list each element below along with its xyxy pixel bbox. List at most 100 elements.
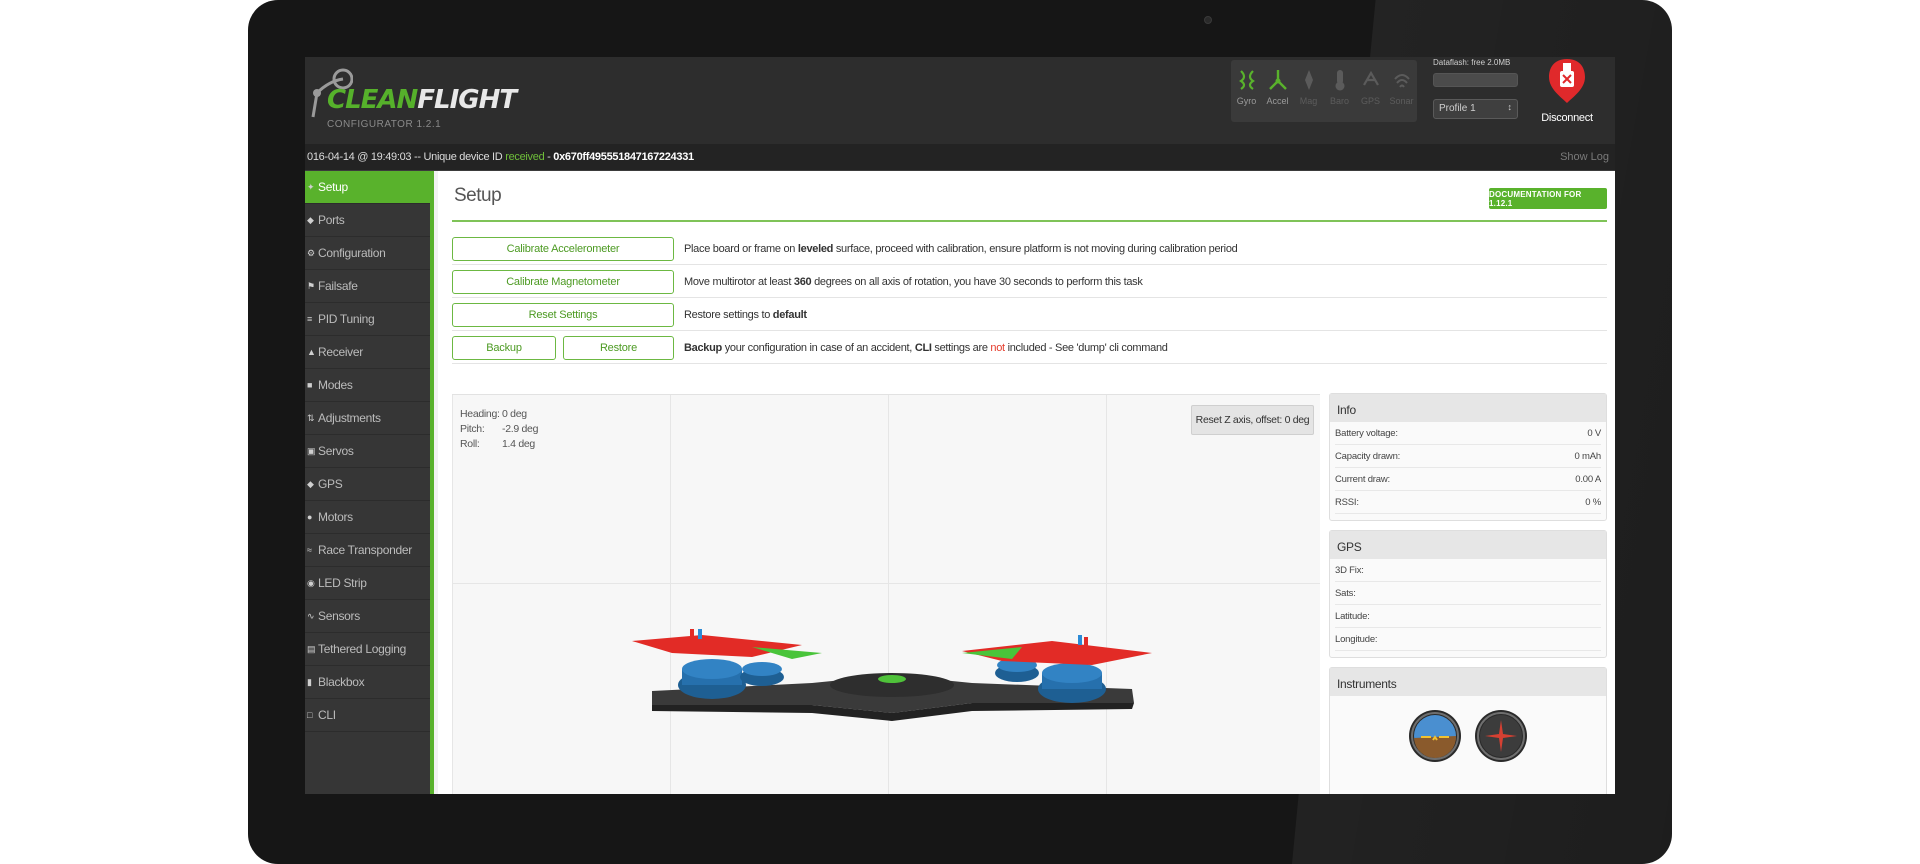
gps-panel: GPS 3D Fix: Sats: Latitude: Longitude: [1329,530,1607,658]
backup-button[interactable]: Backup [452,336,556,360]
sidebar-item-blackbox[interactable]: ▮ Blackbox [305,666,430,699]
log-bar: 016-04-14 @ 19:49:03 -- Unique device ID… [305,144,1615,171]
disconnect-button[interactable]: Disconnect [1537,57,1597,132]
instruments-panel: Instruments [1329,667,1607,794]
blackbox-icon: ▮ [307,676,312,687]
restore-button[interactable]: Restore [563,336,674,360]
wrench-icon: ✦ [307,181,315,192]
pitch-value: -2.9 deg [502,423,539,435]
sidebar-nav: ✦ Setup ◆ Ports ⚙ Configuration ⚑ Failsafe ≡… [305,171,434,794]
app-version: CONFIGURATOR 1.2.1 [327,119,442,130]
sensors-icon: ∿ [307,610,315,621]
sidebar-item-pid-tuning[interactable]: ≡ PID Tuning [305,303,430,336]
updown-arrow-icon: ↕ [1507,102,1513,112]
transponder-icon: ≈ [307,545,312,555]
baro-icon [1335,70,1344,91]
logging-icon: ▤ [307,643,316,654]
usb-disconnect-icon [1549,59,1585,103]
documentation-button[interactable]: DOCUMENTATION FOR 1.12.1 [1489,188,1607,209]
sliders-icon: ≡ [307,314,312,324]
gear-icon: ⚙ [307,247,315,258]
sensor-gyro: Gyro [1231,60,1262,122]
log-message: 016-04-14 @ 19:49:03 -- Unique device ID… [307,151,694,163]
instruments-panel-title: Instruments [1330,668,1606,696]
calibrate-mag-row: Calibrate Magnetometer Move multirotor a… [452,265,1607,298]
instruments-row [1330,696,1606,788]
title-divider [452,220,1607,222]
gps-icon: ◆ [307,478,314,489]
profile-select[interactable]: Profile 1 ↕ [1433,99,1518,119]
calibrate-accelerometer-button[interactable]: Calibrate Accelerometer [452,237,674,261]
sidebar-item-adjustments[interactable]: ⇅ Adjustments [305,402,430,435]
dataflash-usage-bar [1433,73,1518,87]
camera-icon [1204,16,1212,24]
app-screen: CLEANFLIGHT CONFIGURATOR 1.2.1 Gyro Acce… [305,57,1615,794]
sensor-status-panel: Gyro Accel Mag Baro GPS Sonar [1231,60,1417,122]
reset-settings-row: Reset Settings Restore settings to defau… [452,298,1607,331]
gps-latitude-row: Latitude: [1335,605,1601,628]
sidebar-item-failsafe[interactable]: ⚑ Failsafe [305,270,430,303]
gps-panel-title: GPS [1330,531,1606,559]
calibrate-mag-description: Move multirotor at least 360 degrees on … [684,276,1143,288]
backup-description: Backup your configuration in case of an … [684,342,1168,354]
sidebar-item-setup[interactable]: ✦ Setup [305,171,430,204]
capacity-drawn-row: Capacity drawn: 0 mAh [1335,445,1601,468]
adjust-icon: ⇅ [307,412,315,423]
logo: CLEANFLIGHT CONFIGURATOR 1.2.1 [305,63,517,143]
quadcopter-model [632,629,1152,721]
sidebar-item-receiver[interactable]: ▲ Receiver [305,336,430,369]
sonar-icon [1393,74,1410,88]
info-panel: Info Battery voltage: 0 V Capacity drawn:… [1329,393,1607,521]
roll-value: 1.4 deg [502,438,535,450]
sidebar-item-led-strip[interactable]: ◉ LED Strip [305,567,430,600]
led-icon: ◉ [307,577,315,588]
backup-restore-row: Backup Restore Backup your configuration… [452,331,1607,364]
heading-indicator-icon [1475,710,1527,762]
accel-icon [1268,70,1287,90]
sidebar-item-motors[interactable]: ● Motors [305,501,430,534]
sensor-accel: Accel [1262,60,1293,122]
show-log-link[interactable]: Show Log [1560,151,1609,163]
motor-icon: ● [307,512,313,522]
sidebar-item-race-transponder[interactable]: ≈ Race Transponder [305,534,430,567]
attitude-indicator-icon [1409,710,1461,762]
sidebar-item-sensors[interactable]: ∿ Sensors [305,600,430,633]
sensor-gps: GPS [1355,60,1386,122]
model-view: Heading: 0 deg Pitch: -2.9 deg Roll: 1.4 de… [452,394,1320,794]
page-title: Setup [454,185,502,206]
cli-icon: □ [307,710,313,720]
sidebar-item-gps[interactable]: ◆ GPS [305,468,430,501]
gps-icon [1362,70,1379,86]
heading-value: 0 deg [502,408,527,420]
logo-wordmark: CLEANFLIGHT [327,85,517,115]
sidebar-item-modes[interactable]: ■ Modes [305,369,430,402]
calibrate-magnetometer-button[interactable]: Calibrate Magnetometer [452,270,674,294]
attitude-readout: Heading: 0 deg Pitch: -2.9 deg Roll: 1.4 de… [460,408,539,450]
sidebar-item-ports[interactable]: ◆ Ports [305,204,430,237]
modes-icon: ■ [307,380,313,390]
failsafe-icon: ⚑ [307,280,315,291]
dataflash-label: Dataflash: free 2.0MB [1433,58,1511,67]
mag-icon [1304,70,1313,90]
info-panel-title: Info [1330,394,1606,422]
calibrate-accel-description: Place board or frame on leveled surface,… [684,243,1238,255]
app-header: CLEANFLIGHT CONFIGURATOR 1.2.1 Gyro Acce… [305,57,1615,144]
sensor-sonar: Sonar [1386,60,1417,122]
sidebar-item-cli[interactable]: □ CLI [305,699,430,732]
gyro-icon [1238,70,1255,90]
reset-z-axis-button[interactable]: Reset Z axis, offset: 0 deg [1191,405,1314,435]
reset-settings-button[interactable]: Reset Settings [452,303,674,327]
sidebar-item-configuration[interactable]: ⚙ Configuration [305,237,430,270]
servo-icon: ▣ [307,445,316,456]
sidebar-item-tethered-logging[interactable]: ▤ Tethered Logging [305,633,430,666]
gps-longitude-row: Longitude: [1335,628,1601,651]
sidebar-item-servos[interactable]: ▣ Servos [305,435,430,468]
plug-icon: ◆ [307,214,314,225]
gps-3d-fix-row: 3D Fix: [1335,559,1601,582]
battery-voltage-row: Battery voltage: 0 V [1335,422,1601,445]
sensor-baro: Baro [1324,60,1355,122]
reset-settings-description: Restore settings to default [684,309,807,321]
current-draw-row: Current draw: 0.00 A [1335,468,1601,491]
setup-content: Setup DOCUMENTATION FOR 1.12.1 Calibrate… [438,171,1615,794]
rssi-row: RSSI: 0 % [1335,491,1601,514]
